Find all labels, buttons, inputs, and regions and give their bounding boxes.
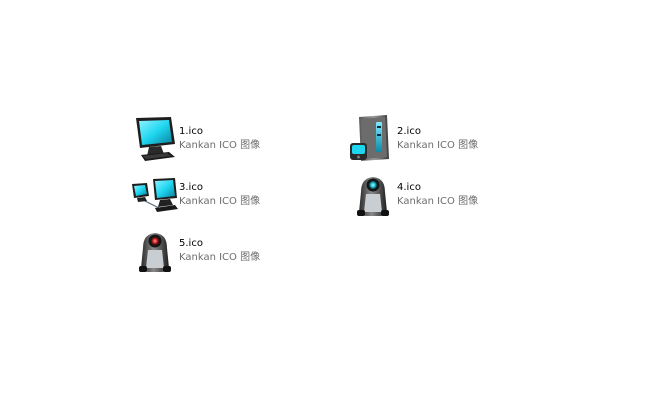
- file-type: Kankan ICO 图像: [179, 195, 261, 207]
- file-item-4[interactable]: 4.ico Kankan ICO 图像: [349, 168, 478, 220]
- file-item-1[interactable]: 1.ico Kankan ICO 图像: [131, 112, 260, 164]
- monitor-icon: [136, 117, 175, 161]
- file-name: 2.ico: [397, 125, 421, 137]
- file-name: 3.ico: [179, 181, 203, 193]
- file-type: Kankan ICO 图像: [397, 139, 479, 151]
- file-name: 1.ico: [179, 125, 203, 137]
- file-item-2[interactable]: 2.ico Kankan ICO 图像: [349, 112, 478, 164]
- file-view: 1.ico Kankan ICO 图像 2.ico Kankan ICO 图像 …: [0, 0, 670, 420]
- robot-webcam-red-icon: [139, 233, 171, 272]
- pc-tower-icon: [350, 115, 389, 161]
- file-item-3[interactable]: 3.ico Kankan ICO 图像: [131, 168, 260, 220]
- file-type: Kankan ICO 图像: [397, 195, 479, 207]
- file-type: Kankan ICO 图像: [179, 251, 261, 263]
- network-computers-icon: [132, 178, 178, 212]
- robot-webcam-icon: [357, 177, 389, 216]
- file-name: 4.ico: [397, 181, 421, 193]
- file-name: 5.ico: [179, 237, 203, 249]
- file-item-5[interactable]: 5.ico Kankan ICO 图像: [131, 224, 260, 276]
- file-type: Kankan ICO 图像: [179, 139, 261, 151]
